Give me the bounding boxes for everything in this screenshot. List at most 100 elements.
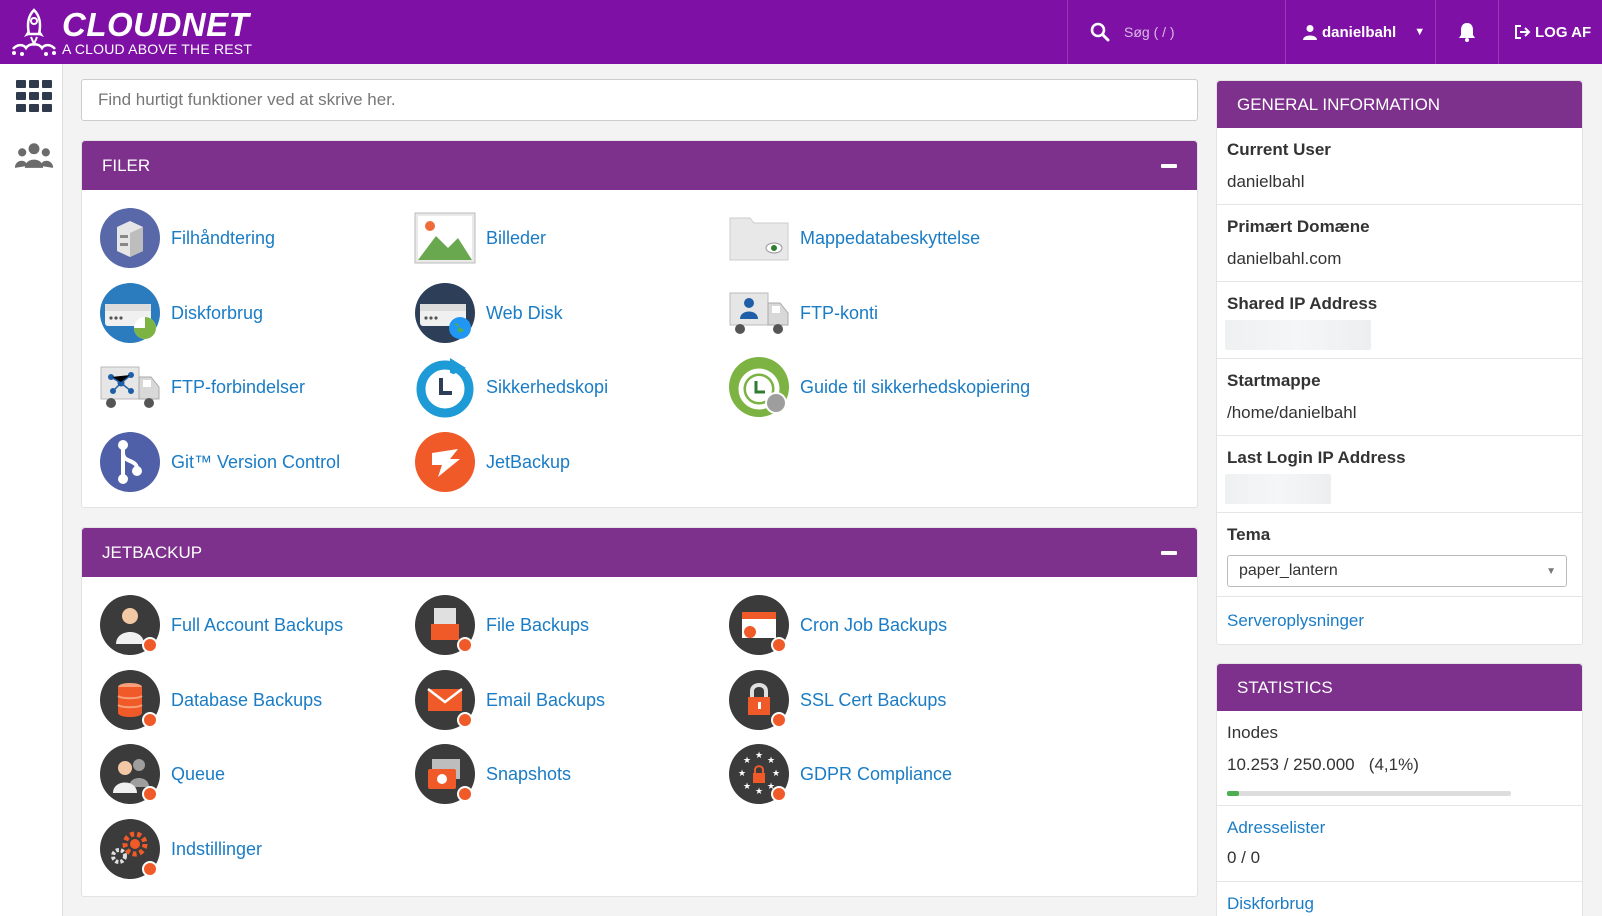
item-label: Mappedatabeskyttelse <box>800 227 981 248</box>
item-label: Guide til sikkerhedskopiering <box>800 376 1031 397</box>
item-backup[interactable]: Sikkerhedskopi <box>414 356 608 418</box>
item-file-manager[interactable]: Filhåndtering <box>99 207 275 269</box>
item-database-backups[interactable]: Database Backups <box>99 669 322 731</box>
top-bar: CLOUDNET A CLOUD ABOVE THE REST danielba… <box>0 0 1602 64</box>
queue-icon <box>100 744 160 804</box>
address-lists-value: 0 / 0 <box>1227 848 1261 867</box>
files-panel-header[interactable]: FILER <box>82 141 1197 190</box>
user-menu[interactable]: danielbahl ▼ <box>1285 0 1435 64</box>
apps-grid-button[interactable] <box>14 76 54 116</box>
server-info-row: Serveroplysninger <box>1217 597 1582 645</box>
disk-usage-icon <box>100 283 160 343</box>
inodes-percent: (4,1%) <box>1368 755 1419 774</box>
files-panel: FILER Filhåndtering Billeder Mappedatabe… <box>81 140 1198 508</box>
item-snapshots[interactable]: Snapshots <box>414 743 571 805</box>
item-gdpr-compliance[interactable]: ★ ★ ★ ★ ★ ★ ★ ★ GDPR Compliance <box>728 743 952 805</box>
inodes-row: Inodes 10.253 / 250.000 (4,1%) <box>1217 711 1582 806</box>
bell-icon <box>1459 23 1475 42</box>
home-directory-value: /home/danielbahl <box>1227 403 1357 422</box>
item-ftp-connections[interactable]: FTP-forbindelser <box>99 356 305 418</box>
inodes-value: 10.253 / 250.000 (4,1%) <box>1227 755 1419 775</box>
left-rail <box>0 64 63 916</box>
item-images[interactable]: Billeder <box>414 207 546 269</box>
search-icon[interactable] <box>1090 22 1110 42</box>
chevron-down-icon: ▼ <box>1546 566 1556 577</box>
server-info-link[interactable]: Serveroplysninger <box>1227 611 1364 630</box>
item-git[interactable]: Git™ Version Control <box>99 431 340 493</box>
redacted-last-login-ip <box>1225 474 1331 504</box>
item-label: File Backups <box>486 614 590 635</box>
theme-select[interactable]: paper_lantern ▼ <box>1227 555 1567 587</box>
logout-button[interactable]: LOG AF <box>1500 0 1602 64</box>
files-panel-title: FILER <box>102 155 151 175</box>
images-icon <box>414 212 476 264</box>
item-ssl-cert-backups[interactable]: SSL Cert Backups <box>728 669 946 731</box>
collapse-icon[interactable] <box>1161 550 1177 555</box>
inodes-label: Inodes <box>1227 723 1279 742</box>
item-email-backups[interactable]: Email Backups <box>414 669 605 731</box>
collapse-icon[interactable] <box>1161 163 1177 168</box>
jetbackup-panel: JETBACKUP Full Account Backups File Back… <box>81 527 1198 897</box>
disk-usage-link[interactable]: Diskforbrug <box>1227 894 1314 914</box>
home-directory-label: Startmappe <box>1227 371 1321 390</box>
svg-text:★: ★ <box>738 769 746 779</box>
item-ftp-accounts[interactable]: FTP-konti <box>728 282 878 344</box>
jetbackup-icon <box>415 432 475 492</box>
cron-job-backups-icon <box>729 595 789 655</box>
ftp-connections-icon <box>100 366 160 408</box>
item-label: Diskforbrug <box>171 302 264 323</box>
redacted-shared-ip <box>1225 320 1371 350</box>
item-full-account-backups[interactable]: Full Account Backups <box>99 594 343 656</box>
last-login-ip-label: Last Login IP Address <box>1227 448 1406 467</box>
backup-wizard-icon <box>729 357 789 417</box>
jetbackup-panel-title: JETBACKUP <box>102 542 203 562</box>
notifications-button[interactable] <box>1435 0 1499 64</box>
git-icon <box>100 432 160 492</box>
general-information-header: GENERAL INFORMATION <box>1217 81 1582 128</box>
primary-domain-label: Primært Domæne <box>1227 217 1370 236</box>
home-directory-row: Startmappe /home/danielbahl <box>1217 359 1582 436</box>
item-label: GDPR Compliance <box>800 763 953 784</box>
shared-ip-row: Shared IP Address <box>1217 282 1582 359</box>
address-lists-link[interactable]: Adresselister <box>1227 818 1325 838</box>
brand-name: CLOUDNET <box>62 6 250 43</box>
item-label: Sikkerhedskopi <box>486 376 609 397</box>
last-login-ip-row: Last Login IP Address <box>1217 436 1582 513</box>
file-backups-icon <box>415 595 475 655</box>
item-disk-usage[interactable]: Diskforbrug <box>99 282 263 344</box>
item-directory-privacy[interactable]: Mappedatabeskyttelse <box>728 207 980 269</box>
email-backups-icon <box>415 670 475 730</box>
svg-text:★: ★ <box>772 769 780 779</box>
current-user-label: Current User <box>1227 140 1331 159</box>
item-settings[interactable]: Indstillinger <box>99 818 262 880</box>
item-backup-wizard[interactable]: Guide til sikkerhedskopiering <box>728 356 1030 418</box>
item-label: Filhåndtering <box>171 227 276 248</box>
item-queue[interactable]: Queue <box>99 743 225 805</box>
svg-text:★: ★ <box>755 751 763 761</box>
item-label: FTP-konti <box>800 302 879 323</box>
item-label: Snapshots <box>486 763 572 784</box>
item-jetbackup[interactable]: JetBackup <box>414 431 570 493</box>
item-label: Web Disk <box>486 302 563 323</box>
ftp-accounts-icon <box>729 292 789 334</box>
item-label: Email Backups <box>486 689 606 710</box>
users-button[interactable] <box>14 136 54 176</box>
jetbackup-panel-header[interactable]: JETBACKUP <box>82 528 1197 577</box>
snapshots-icon <box>415 744 475 804</box>
item-web-disk[interactable]: Web Disk <box>414 282 563 344</box>
svg-text:★: ★ <box>767 756 775 766</box>
top-search-input[interactable] <box>1124 24 1274 40</box>
disk-usage-row: Diskforbrug <box>1217 882 1582 916</box>
item-file-backups[interactable]: File Backups <box>414 594 589 656</box>
item-label: JetBackup <box>486 451 571 472</box>
directory-privacy-icon <box>729 217 789 261</box>
quick-search-input[interactable] <box>81 79 1198 121</box>
brand-logo-link[interactable]: CLOUDNET A CLOUD ABOVE THE REST <box>10 6 252 58</box>
file-manager-icon <box>100 208 160 268</box>
item-cron-job-backups[interactable]: Cron Job Backups <box>728 594 947 656</box>
svg-text:★: ★ <box>743 756 751 766</box>
current-user-row: Current User danielbahl <box>1217 128 1582 205</box>
chevron-down-icon: ▼ <box>1414 26 1426 38</box>
web-disk-icon <box>415 283 475 343</box>
theme-label: Tema <box>1227 525 1271 544</box>
